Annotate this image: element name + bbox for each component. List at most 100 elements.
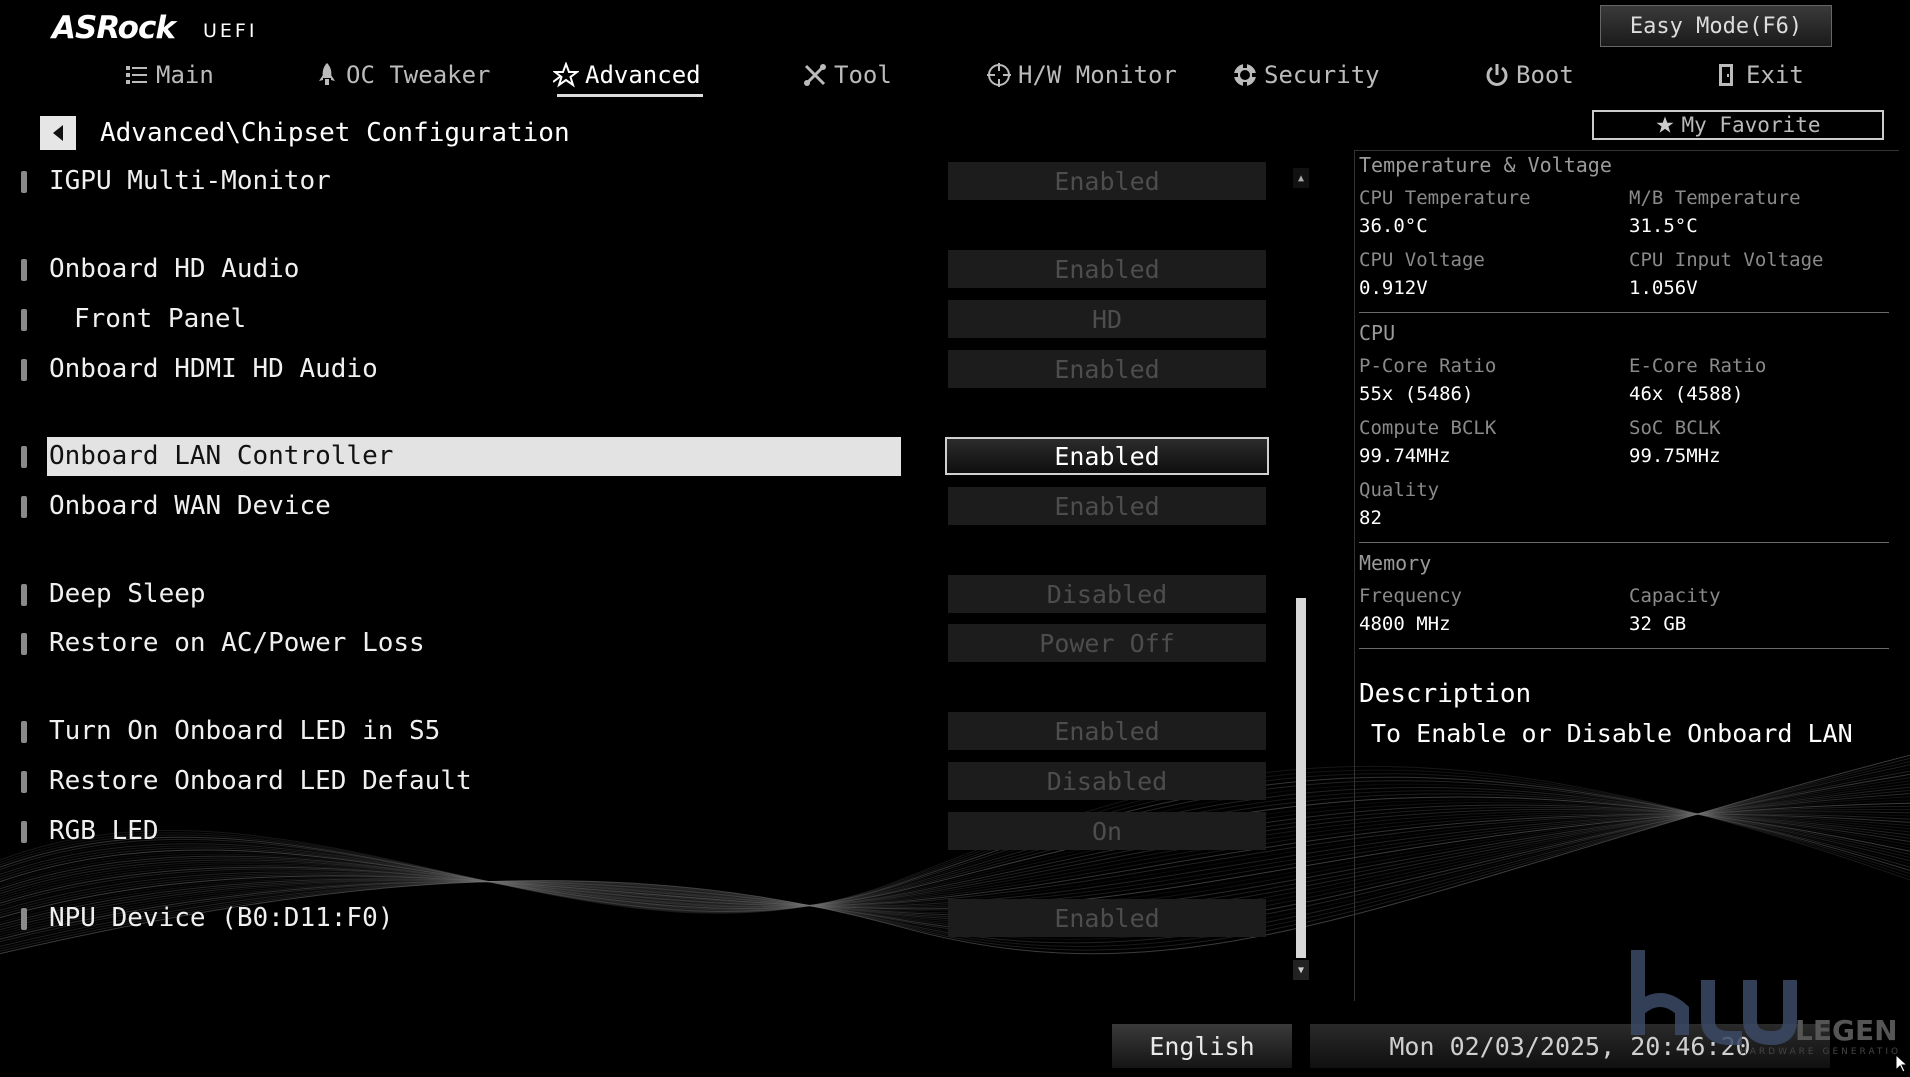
soc-bclk-value: 99.75MHz [1629,445,1721,467]
setting-value[interactable]: Power Off [948,624,1266,662]
scroll-up-arrow-icon[interactable]: ▲ [1293,168,1309,188]
star-icon [553,62,579,88]
legend-watermark-logo: LEGEND HARDWARE GENERATION [1630,950,1910,1060]
star-icon [1656,116,1674,133]
setting-value[interactable]: Enabled [948,712,1266,750]
setting-value[interactable]: On [948,812,1266,850]
crosshair-icon [987,63,1011,87]
row-bullet [21,821,27,843]
list-icon [126,66,147,84]
exit-door-icon [1719,64,1733,86]
cpu-temp-value: 36.0°C [1359,215,1428,237]
tab-tool[interactable]: Tool [802,52,892,98]
pcore-value: 55x (5486) [1359,383,1474,405]
setting-label: Onboard WAN Device [49,491,331,521]
scroll-down-arrow-icon[interactable]: ▼ [1293,960,1309,980]
setting-row[interactable]: Turn On Onboard LED in S5 Enabled [0,712,1266,752]
setting-row[interactable]: Onboard HD Audio Enabled [0,250,1266,290]
setting-label: Onboard LAN Controller [49,441,394,471]
divider [1359,648,1889,649]
setting-value[interactable]: Enabled [948,487,1266,525]
watermark-text: LEGEND [1795,1014,1900,1047]
setting-value[interactable]: Disabled [948,575,1266,613]
tab-advanced-label: Advanced [585,61,701,89]
setting-row[interactable]: Restore Onboard LED Default Disabled [0,762,1266,802]
tab-security[interactable]: Security [1232,52,1380,98]
row-bullet [21,584,27,606]
divider [1359,542,1889,543]
setting-row[interactable]: RGB LED On [0,812,1266,852]
description-title: Description [1359,679,1532,709]
my-favorite-button[interactable]: My Favorite [1592,110,1884,140]
setting-value[interactable]: Enabled [948,162,1266,200]
setting-row[interactable]: Onboard WAN Device Enabled [0,487,1266,527]
setting-row[interactable]: IGPU Multi-Monitor Enabled [0,162,1266,202]
setting-label: Restore on AC/Power Loss [49,628,425,658]
frequency-label: Frequency [1359,585,1462,607]
tab-advanced[interactable]: Advanced [553,52,703,98]
tab-hw-monitor-label: H/W Monitor [1018,61,1177,89]
capacity-label: Capacity [1629,585,1721,607]
setting-row-selected[interactable]: Onboard LAN Controller Enabled [0,437,1269,477]
setting-label: NPU Device (B0:D11:F0) [49,903,394,933]
watermark-subtext: HARDWARE GENERATION [1740,1047,1900,1057]
row-bullet [21,359,27,381]
row-bullet [21,496,27,518]
setting-row[interactable]: NPU Device (B0:D11:F0) Enabled [0,899,1266,939]
quality-value: 82 [1359,507,1382,529]
setting-label: IGPU Multi-Monitor [49,166,331,196]
cpu-voltage-label: CPU Voltage [1359,249,1485,271]
tab-boot[interactable]: Boot [1484,52,1574,98]
tab-main[interactable]: Main [124,52,214,98]
hardware-info-panel: Temperature & Voltage CPU Temperature 36… [1354,150,1899,1001]
breadcrumb: Advanced\Chipset Configuration [100,118,570,148]
cpu-section-title: CPU [1359,321,1396,345]
setting-label: RGB LED [49,816,159,846]
setting-label: Onboard HDMI HD Audio [49,354,378,384]
setting-value[interactable]: Enabled [948,350,1266,388]
soc-bclk-label: SoC BCLK [1629,417,1721,439]
setting-row[interactable]: Deep Sleep Disabled [0,575,1266,615]
compute-bclk-label: Compute BCLK [1359,417,1497,439]
setting-value[interactable]: HD [948,300,1266,338]
tab-oc-tweaker[interactable]: OC Tweaker [314,52,491,98]
quality-label: Quality [1359,479,1440,501]
setting-value[interactable]: Enabled [948,250,1266,288]
cpu-voltage-value: 0.912V [1359,277,1428,299]
setting-value[interactable]: Disabled [948,762,1266,800]
tools-icon [804,64,826,86]
cpu-input-voltage-value: 1.056V [1629,277,1698,299]
back-arrow-icon [53,125,63,141]
language-button[interactable]: English [1112,1024,1292,1068]
setting-row[interactable]: Restore on AC/Power Loss Power Off [0,624,1266,664]
description-text: To Enable or Disable Onboard LAN [1371,719,1853,748]
ecore-label: E-Core Ratio [1629,355,1767,377]
uefi-label: UEFI [203,20,258,42]
row-bullet [21,721,27,743]
tab-hw-monitor[interactable]: H/W Monitor [986,52,1177,98]
rocket-icon [319,63,335,85]
tab-exit[interactable]: Exit [1714,52,1804,98]
my-favorite-label: My Favorite [1681,113,1821,137]
back-button[interactable] [40,116,76,150]
row-bullet [21,633,27,655]
main-nav: Main OC Tweaker Advanced Tool H/W Monito… [0,52,1910,98]
setting-row[interactable]: Onboard HDMI HD Audio Enabled [0,350,1266,390]
tab-boot-label: Boot [1516,61,1574,89]
setting-value-selected[interactable]: Enabled [945,437,1269,475]
setting-label: Restore Onboard LED Default [49,766,472,796]
setting-row[interactable]: Front Panel HD [0,300,1266,340]
setting-label: Deep Sleep [49,579,206,609]
tab-exit-label: Exit [1746,61,1804,89]
tab-tool-label: Tool [834,61,892,89]
scrollbar-thumb[interactable] [1296,598,1306,958]
setting-label: Turn On Onboard LED in S5 [49,716,441,746]
cpu-temp-label: CPU Temperature [1359,187,1531,209]
frequency-value: 4800 MHz [1359,613,1451,635]
row-bullet [21,259,27,281]
easy-mode-button[interactable]: Easy Mode(F6) [1600,5,1832,47]
setting-value[interactable]: Enabled [948,899,1266,937]
capacity-value: 32 GB [1629,613,1687,635]
setting-label: Front Panel [74,304,247,334]
mb-temp-label: M/B Temperature [1629,187,1801,209]
